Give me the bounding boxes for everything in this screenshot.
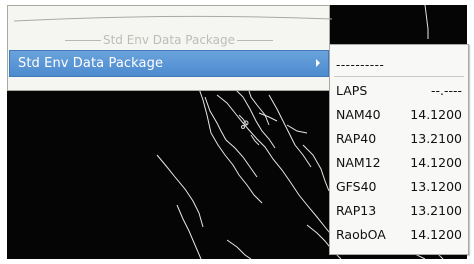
menu-top-curve — [14, 15, 332, 22]
submenu-item-name: NAM12 — [336, 154, 381, 170]
menu-item-std-env-data-package[interactable]: Std Env Data Package — [9, 50, 329, 77]
submenu-item-value: --.---- — [430, 82, 462, 98]
submenu-item-value: 13.2100 — [410, 130, 462, 146]
menu-tearoff-header[interactable]: Std Env Data Package — [16, 31, 322, 49]
submenu-item-name: RaobOA — [336, 226, 386, 242]
submenu-item-value: 13.2100 — [410, 202, 462, 218]
menu-item-label: Std Env Data Package — [18, 56, 164, 71]
submenu-item-name: GFS40 — [336, 178, 377, 194]
tearoff-dash-left — [64, 39, 101, 41]
submenu-item-raoboa[interactable]: RaobOA 14.1200 — [330, 223, 468, 245]
submenu-separator-label: ---------- — [336, 58, 385, 72]
tearoff-dash-right — [237, 39, 274, 41]
data-source-submenu: ---------- LAPS --.---- NAM40 14.1200 RA… — [329, 44, 469, 255]
submenu-item-value: 14.1200 — [410, 154, 462, 170]
std-env-data-package-menu: Std Env Data Package Std Env Data Packag… — [7, 5, 332, 91]
submenu-item-value: 13.1200 — [410, 178, 462, 194]
submenu-item-gfs40[interactable]: GFS40 13.1200 — [330, 175, 468, 197]
submenu-item-value: 14.1200 — [410, 106, 462, 122]
submenu-item-name: NAM40 — [336, 106, 381, 122]
submenu-item-rap40[interactable]: RAP40 13.2100 — [330, 127, 468, 149]
chevron-right-icon — [316, 59, 320, 67]
submenu-item-laps[interactable]: LAPS --.---- — [330, 79, 468, 101]
submenu-item-value: 14.1200 — [410, 226, 462, 242]
submenu-divider — [334, 76, 464, 77]
submenu-item-nam12[interactable]: NAM12 14.1200 — [330, 151, 468, 173]
submenu-item-name: RAP40 — [336, 130, 377, 146]
submenu-item-name: RAP13 — [336, 202, 377, 218]
tearoff-label: Std Env Data Package — [102, 33, 236, 47]
submenu-item-name: LAPS — [336, 82, 368, 98]
submenu-item-nam40[interactable]: NAM40 14.1200 — [330, 103, 468, 125]
submenu-item-rap13[interactable]: RAP13 13.2100 — [330, 199, 468, 221]
